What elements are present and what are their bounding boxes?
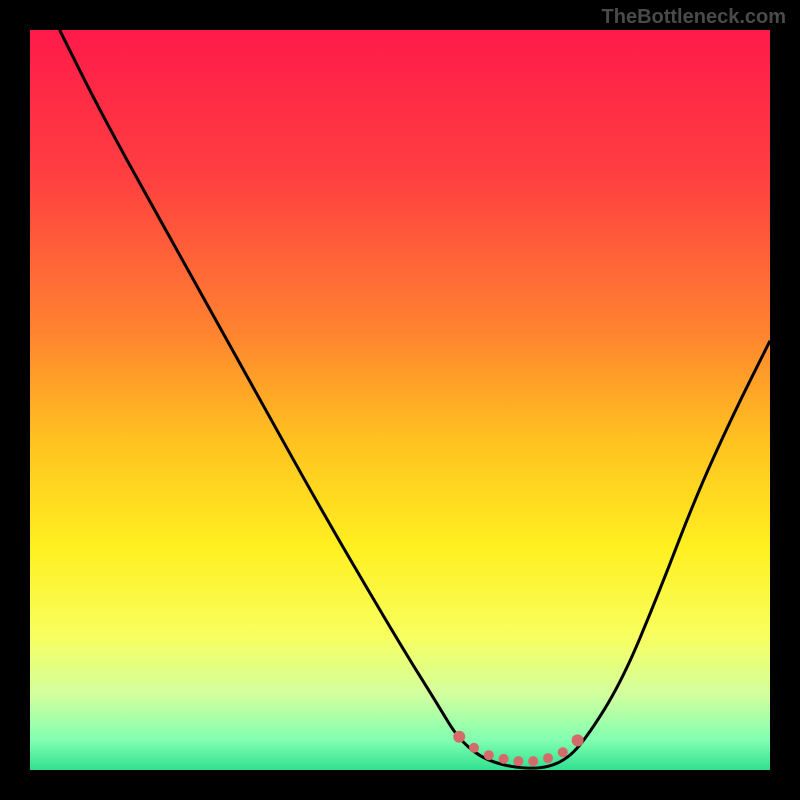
bottleneck-curve [60, 30, 770, 768]
optimal-marker [484, 750, 494, 760]
optimal-marker [572, 734, 584, 746]
optimal-marker [543, 753, 553, 763]
optimal-marker [528, 756, 538, 766]
optimal-marker [513, 756, 523, 766]
optimal-marker [558, 747, 568, 757]
curve-layer [30, 30, 770, 770]
optimal-marker [469, 743, 479, 753]
optimal-marker [453, 731, 465, 743]
chart-plot-area [30, 30, 770, 770]
optimal-marker [499, 754, 509, 764]
watermark-text: TheBottleneck.com [602, 6, 786, 29]
